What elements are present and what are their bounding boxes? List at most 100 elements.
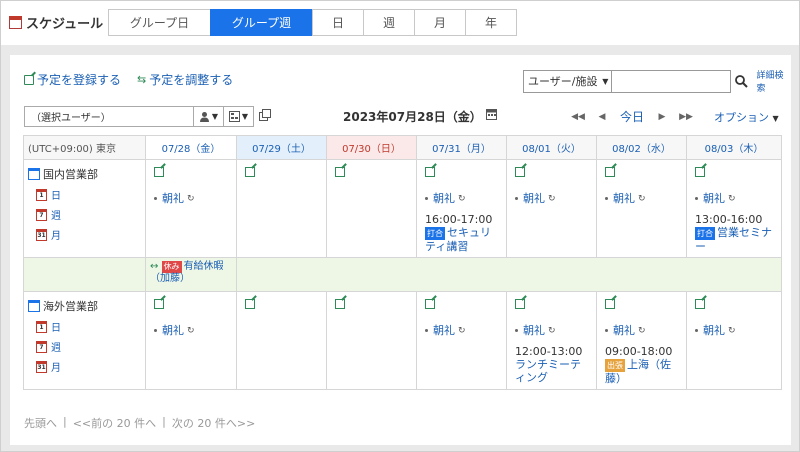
calendar-icon[interactable] bbox=[486, 108, 497, 120]
view-tab[interactable]: 日 bbox=[312, 9, 364, 36]
search-input[interactable] bbox=[611, 69, 732, 93]
current-date: 2023年07月28日（金） bbox=[343, 110, 482, 124]
group-view-month-link[interactable]: 31 月 bbox=[36, 227, 141, 242]
event-item[interactable]: 朝礼 ↻ bbox=[515, 192, 588, 205]
group-view-day-link[interactable]: 1日 bbox=[36, 319, 141, 334]
add-schedule-icon[interactable] bbox=[245, 167, 255, 177]
add-schedule-icon[interactable] bbox=[335, 299, 345, 309]
banner-row: ↔ 休み 有給休暇（加藤） bbox=[23, 257, 782, 292]
app-title-text: スケジュール bbox=[26, 16, 104, 32]
event-item[interactable]: 朝礼 ↻ bbox=[154, 324, 228, 337]
day-header[interactable]: 07/28（金） bbox=[145, 135, 237, 160]
adjust-schedule-link[interactable]: ⇆ 予定を調整する bbox=[137, 71, 233, 88]
event-item[interactable]: 朝礼 ↻ bbox=[425, 324, 498, 337]
group-name[interactable]: 海外営業部 bbox=[28, 298, 141, 314]
option-label: オプション bbox=[714, 111, 769, 124]
event-link[interactable]: 打合 セキュリティ講習 bbox=[425, 226, 498, 253]
event-link[interactable]: 打合 営業セミナー bbox=[695, 226, 773, 253]
banner-cell: ↔ 休み 有給休暇（加藤） bbox=[145, 257, 237, 292]
add-schedule-icon[interactable] bbox=[154, 299, 164, 309]
group-pick-button[interactable]: ▼ bbox=[224, 106, 254, 127]
calendar-day-icon: 1 bbox=[36, 320, 47, 333]
add-schedule-icon[interactable] bbox=[245, 299, 255, 309]
pager-next[interactable]: 次の 20 件へ>> bbox=[172, 415, 255, 431]
bullet-icon bbox=[515, 329, 518, 332]
pager-prev[interactable]: <<前の 20 件へ bbox=[73, 415, 156, 431]
register-schedule-link[interactable]: 予定を登録する bbox=[24, 71, 121, 88]
group-name[interactable]: 国内営業部 bbox=[28, 166, 141, 182]
user-select[interactable]: （選択ユーザー） bbox=[24, 106, 194, 127]
event-item[interactable]: 朝礼 ↻ bbox=[695, 324, 773, 337]
event-link[interactable]: ランチミーティング bbox=[515, 358, 588, 384]
event-link[interactable]: 出張 上海（佐藤） bbox=[605, 358, 678, 385]
group-view-month-label: 月 bbox=[51, 363, 61, 374]
group-cell: 国内営業部 1 日 7 週 31 月 bbox=[23, 159, 146, 258]
detail-search-link[interactable]: 詳細検索 bbox=[757, 68, 791, 94]
view-tab[interactable]: 月 bbox=[414, 9, 466, 36]
day-cell bbox=[236, 159, 327, 258]
add-schedule-icon[interactable] bbox=[515, 167, 525, 177]
add-schedule-icon[interactable] bbox=[605, 299, 615, 309]
repeat-icon: ↻ bbox=[728, 325, 736, 336]
action-links: 予定を登録する ⇆ 予定を調整する bbox=[24, 71, 233, 88]
group-view-week-label: 週 bbox=[51, 211, 61, 222]
bullet-icon bbox=[154, 197, 157, 200]
view-tab[interactable]: グループ日 bbox=[108, 9, 211, 36]
event-item[interactable]: 朝礼 ↻ bbox=[154, 192, 228, 205]
group-view-week-link[interactable]: 7週 bbox=[36, 339, 141, 354]
search-button[interactable] bbox=[731, 70, 752, 93]
next-week-icon[interactable]: ▶▶ bbox=[674, 109, 698, 125]
add-schedule-icon[interactable] bbox=[425, 299, 435, 309]
day-cell: 朝礼 ↻ bbox=[596, 159, 687, 258]
today-button[interactable]: 今日 bbox=[620, 108, 644, 125]
group-view-day-link[interactable]: 1日 bbox=[36, 187, 141, 202]
view-tab[interactable]: 年 bbox=[465, 9, 517, 36]
repeat-icon: ↻ bbox=[187, 325, 195, 336]
event-title: 朝礼 bbox=[523, 192, 545, 205]
app-title: スケジュール bbox=[9, 11, 103, 33]
view-tab[interactable]: グループ週 bbox=[210, 9, 313, 36]
day-cell: 朝礼 ↻ bbox=[686, 291, 782, 390]
view-tab[interactable]: 週 bbox=[363, 9, 415, 36]
org-chart-icon bbox=[228, 111, 240, 122]
add-schedule-icon[interactable] bbox=[605, 167, 615, 177]
group-icon bbox=[28, 168, 40, 180]
day-header[interactable]: 08/01（火） bbox=[506, 135, 597, 160]
repeat-icon: ↻ bbox=[458, 193, 466, 204]
pager-first[interactable]: 先頭へ bbox=[24, 415, 57, 431]
user-pick-button[interactable]: ▼ bbox=[194, 106, 224, 127]
user-icon bbox=[199, 112, 209, 122]
add-schedule-icon[interactable] bbox=[425, 167, 435, 177]
add-schedule-icon[interactable] bbox=[695, 167, 705, 177]
option-menu[interactable]: オプション ▼ bbox=[714, 109, 779, 125]
popout-icon[interactable] bbox=[259, 109, 271, 121]
group-cell: 海外営業部 1 日 7 週 31 月 bbox=[23, 291, 146, 390]
day-header[interactable]: 07/29（土） bbox=[236, 135, 327, 160]
group-view-week-link[interactable]: 7週 bbox=[36, 207, 141, 222]
search-icon bbox=[735, 74, 749, 88]
event-title: 朝礼 bbox=[613, 192, 635, 205]
next-day-icon[interactable]: ▶ bbox=[650, 109, 674, 125]
add-schedule-icon[interactable] bbox=[695, 299, 705, 309]
day-header[interactable]: 08/03（木） bbox=[686, 135, 782, 160]
event-item[interactable]: 朝礼 ↻ bbox=[425, 192, 498, 205]
event-item[interactable]: 朝礼 ↻ bbox=[695, 192, 773, 205]
banner-event[interactable]: ↔ 休み 有給休暇（加藤） bbox=[146, 258, 236, 288]
day-header[interactable]: 07/30（日） bbox=[326, 135, 417, 160]
add-schedule-icon[interactable] bbox=[515, 299, 525, 309]
event-item[interactable]: 朝礼 ↻ bbox=[515, 324, 588, 337]
add-schedule-icon[interactable] bbox=[154, 167, 164, 177]
day-header[interactable]: 07/31（月） bbox=[416, 135, 507, 160]
prev-week-icon[interactable]: ◀◀ bbox=[566, 109, 590, 125]
event-item[interactable]: 朝礼 ↻ bbox=[605, 324, 678, 337]
event-item[interactable]: 朝礼 ↻ bbox=[605, 192, 678, 205]
day-header[interactable]: 08/02（水） bbox=[596, 135, 687, 160]
group-view-month-link[interactable]: 31 月 bbox=[36, 359, 141, 374]
repeat-icon: ↻ bbox=[548, 193, 556, 204]
banner-spacer bbox=[23, 257, 146, 292]
bullet-icon bbox=[425, 329, 428, 332]
add-schedule-icon[interactable] bbox=[335, 167, 345, 177]
prev-day-icon[interactable]: ◀ bbox=[590, 109, 614, 125]
span-arrow-icon: ↔ bbox=[150, 261, 162, 272]
search-type-select[interactable]: ユーザー/施設 ▼ bbox=[523, 69, 612, 93]
